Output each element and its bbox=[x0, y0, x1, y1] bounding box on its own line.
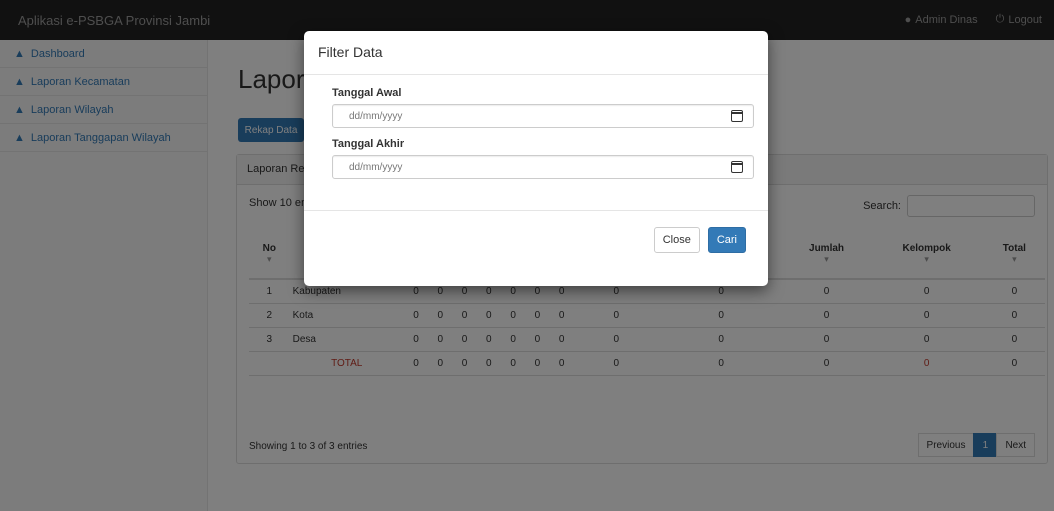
search-button[interactable]: Cari bbox=[707, 227, 746, 253]
end-date-input[interactable]: dd/mm/yyyy bbox=[332, 155, 754, 179]
modal-title: Filter Data bbox=[318, 44, 383, 60]
modal-header: Filter Data bbox=[304, 31, 768, 75]
start-date-group: Tanggal Awal dd/mm/yyyy bbox=[332, 87, 754, 128]
start-date-placeholder: dd/mm/yyyy bbox=[349, 110, 403, 122]
end-date-label: Tanggal Akhir bbox=[332, 138, 405, 150]
close-button[interactable]: Close bbox=[653, 227, 700, 253]
calendar-icon[interactable] bbox=[731, 161, 743, 173]
modal-footer: Close Cari bbox=[304, 211, 768, 285]
end-date-group: Tanggal Akhir dd/mm/yyyy bbox=[332, 138, 754, 179]
modal-body: Tanggal Awal dd/mm/yyyy Tanggal Akhir dd… bbox=[304, 75, 768, 211]
filter-modal: Filter Data Tanggal Awal dd/mm/yyyy Tang… bbox=[304, 31, 768, 286]
start-date-label: Tanggal Awal bbox=[332, 87, 402, 99]
start-date-input[interactable]: dd/mm/yyyy bbox=[332, 104, 754, 128]
calendar-icon[interactable] bbox=[731, 110, 743, 122]
end-date-placeholder: dd/mm/yyyy bbox=[349, 161, 403, 173]
